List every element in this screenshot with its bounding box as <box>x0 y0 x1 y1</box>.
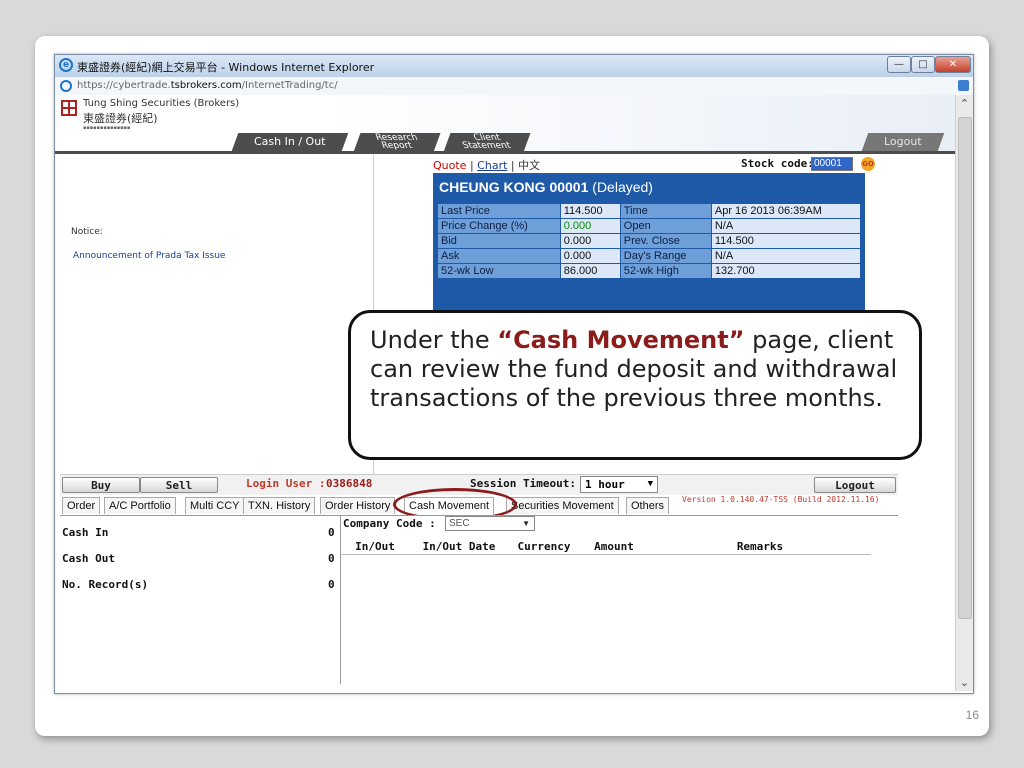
cash-in-label: Cash In <box>62 526 109 539</box>
quote-link[interactable]: Quote <box>433 159 466 172</box>
address-bar[interactable]: https://cybertrade.tsbrokers.com/Interne… <box>55 77 973 96</box>
tab-ac-portfolio[interactable]: A/C Portfolio <box>104 497 176 514</box>
stock-code-label: Stock code: <box>741 157 814 170</box>
scroll-down-icon[interactable]: ⌄ <box>956 676 973 689</box>
col-remarks[interactable]: Remarks <box>649 538 871 555</box>
quote-row: Bid 0.000 Prev. Close 114.500 <box>437 233 862 249</box>
logo-tagline: ▪▪▪▪▪▪▪▪▪▪▪▪▪▪ <box>83 125 131 131</box>
company-code-select[interactable]: SEC ▼ <box>445 516 535 531</box>
nav-cash-in-out[interactable]: Cash In / Out <box>231 133 349 151</box>
quote-row: Last Price 114.500 Time Apr 16 2013 06:3… <box>437 203 862 219</box>
tab-securities-movement[interactable]: Securities Movement <box>506 497 619 514</box>
window-title: 東盛證券(經紀)網上交易平台 - Windows Internet Explor… <box>77 61 375 74</box>
title-bar: e 東盛證券(經紀)網上交易平台 - Windows Internet Expl… <box>55 55 973 77</box>
function-tabs: Order A/C Portfolio Multi CCY TXN. Histo… <box>60 495 898 515</box>
chinese-link[interactable]: 中文 <box>518 159 540 172</box>
chevron-down-icon: ▼ <box>522 519 530 528</box>
login-bar: Buy Sell Login User : 0386848 Session Ti… <box>60 474 898 495</box>
tab-order-history[interactable]: Order History <box>320 497 396 514</box>
chart-link[interactable]: Chart <box>477 159 507 172</box>
tab-cash-movement[interactable]: Cash Movement <box>404 497 495 514</box>
chevron-down-icon: ▼ <box>647 479 653 489</box>
logo-chinese: 東盛證券(經紀) <box>83 112 158 125</box>
url-text: https://cybertrade.tsbrokers.com/Interne… <box>77 80 338 91</box>
table-header-row: In/Out In/Out Date Currency Amount Remar… <box>341 538 871 555</box>
col-currency[interactable]: Currency <box>509 538 579 555</box>
version-text: Version 1.0.140.47-TSS (Build 2012.11.16… <box>682 495 880 504</box>
minimize-button[interactable]: — <box>887 56 911 73</box>
records-label: No. Record(s) <box>62 578 149 591</box>
movement-table: In/Out In/Out Date Currency Amount Remar… <box>341 538 871 555</box>
notice-panel: Notice: Announcement of Prada Tax Issue <box>55 155 374 475</box>
scroll-up-icon[interactable]: ⌃ <box>956 97 973 110</box>
nav-logout[interactable]: Logout <box>861 133 945 151</box>
quote-row: Price Change (%) 0.000 Open N/A <box>437 218 862 234</box>
col-in-out[interactable]: In/Out <box>341 538 409 555</box>
records-value: 0 <box>328 578 335 591</box>
logout-button[interactable]: Logout <box>814 477 896 493</box>
tab-others[interactable]: Others <box>626 497 670 514</box>
company-logo-icon <box>61 100 77 116</box>
quote-row: Ask 0.000 Day's Range N/A <box>437 248 862 264</box>
quote-table: Last Price 114.500 Time Apr 16 2013 06:3… <box>437 203 862 279</box>
nav-client-statement[interactable]: Client Statement <box>443 133 531 152</box>
tab-multi-ccy[interactable]: Multi CCY <box>185 497 245 514</box>
buy-button[interactable]: Buy <box>62 477 140 493</box>
quote-panel: CHEUNG KONG 00001 (Delayed) Last Price 1… <box>433 173 865 313</box>
col-amount[interactable]: Amount <box>579 538 649 555</box>
scroll-thumb[interactable] <box>958 117 972 619</box>
callout-text: Under the “Cash Movement” page, client c… <box>370 326 898 412</box>
cash-in-value: 0 <box>328 526 335 539</box>
callout-highlight: “Cash Movement” <box>497 326 745 354</box>
sell-button[interactable]: Sell <box>140 477 218 493</box>
vertical-scrollbar[interactable]: ⌃ ⌄ <box>955 95 973 691</box>
movement-table-panel: Company Code : SEC ▼ In/Out In/Out Date C… <box>340 516 897 684</box>
notice-label: Notice: <box>71 227 103 237</box>
quote-title: CHEUNG KONG 00001 (Delayed) <box>439 179 653 195</box>
announcement-link[interactable]: Announcement of Prada Tax Issue <box>73 251 225 261</box>
stock-code-input[interactable]: 00001 <box>811 157 853 171</box>
col-in-out-date[interactable]: In/Out Date <box>409 538 509 555</box>
ie-logo-icon: e <box>59 58 73 72</box>
session-timeout-select[interactable]: 1 hour ▼ <box>580 476 658 493</box>
quote-row: 52-wk Low 86.000 52-wk High 132.700 <box>437 263 862 279</box>
cash-movement-panel: Cash In 0 Cash Out 0 No. Record(s) 0 Com… <box>60 515 898 686</box>
compatibility-icon[interactable] <box>958 80 969 91</box>
maximize-button[interactable]: □ <box>911 56 935 73</box>
nav-research-report[interactable]: Research Report <box>353 133 441 152</box>
login-user-value: 0386848 <box>326 477 373 490</box>
session-timeout-label: Session Timeout: <box>470 477 576 490</box>
tab-order[interactable]: Order <box>62 497 101 514</box>
tab-txn-history[interactable]: TXN. History <box>243 497 316 514</box>
quote-links: Quote | Chart | 中文 <box>433 159 541 172</box>
logo-english: Tung Shing Securities (Brokers) <box>83 98 240 109</box>
slide-number: 16 <box>965 708 979 722</box>
close-button[interactable]: ✕ <box>935 56 971 73</box>
cash-out-label: Cash Out <box>62 552 115 565</box>
cash-out-value: 0 <box>328 552 335 565</box>
company-code-label: Company Code : <box>343 517 436 530</box>
go-icon[interactable]: GO <box>861 157 875 171</box>
login-user-label: Login User : <box>246 477 326 490</box>
page-icon <box>60 80 72 92</box>
